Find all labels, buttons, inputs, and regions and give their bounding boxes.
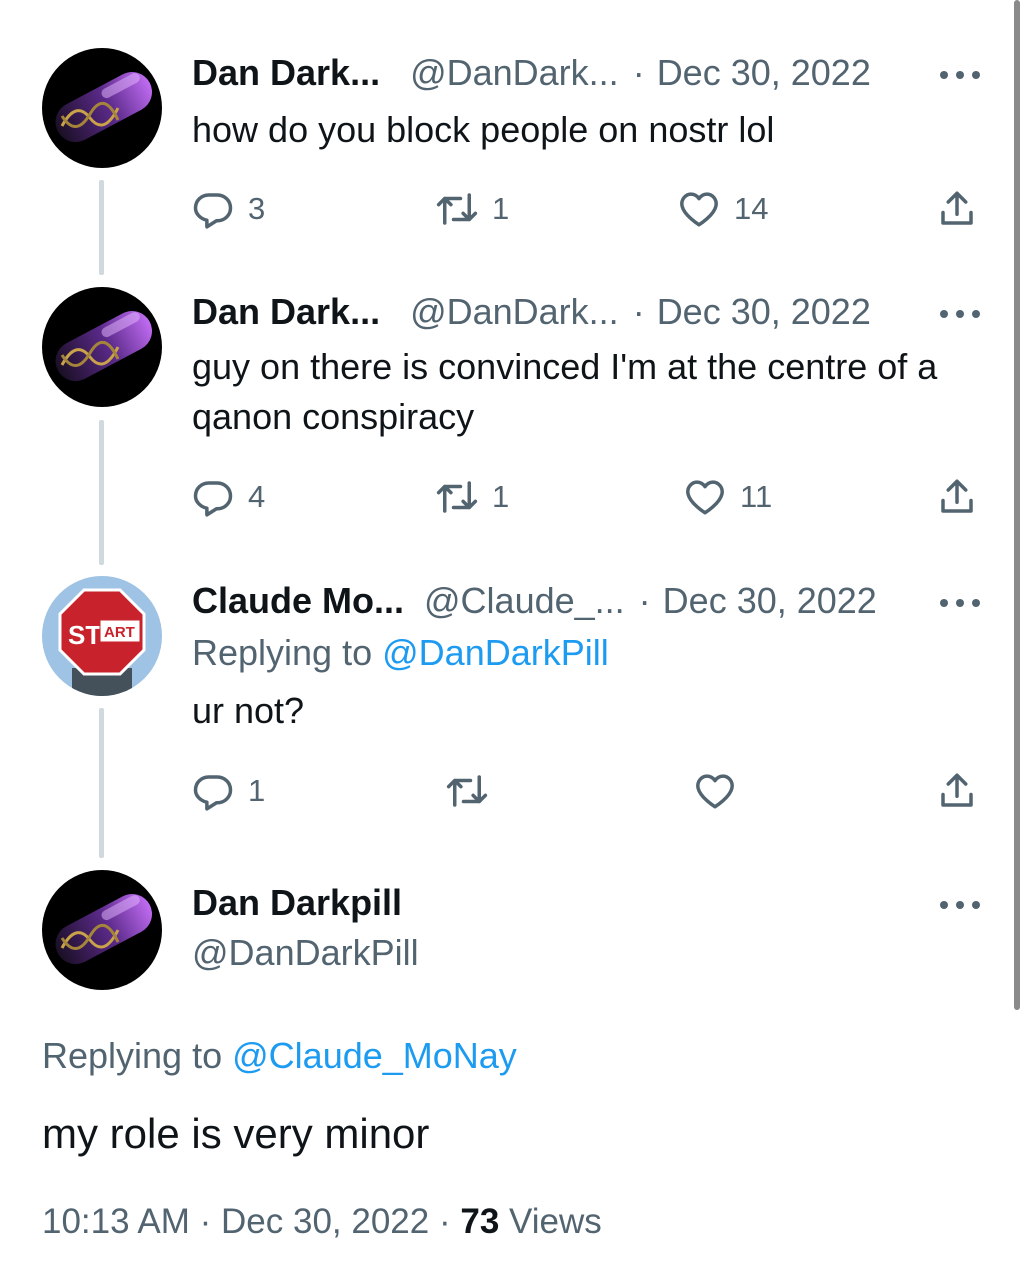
reply-count: 3 [248, 191, 266, 226]
tweet-actions: 3 1 14 [0, 184, 1022, 234]
more-icon[interactable] [940, 890, 980, 920]
retweet-button[interactable] [446, 766, 488, 816]
tweet-text: my role is very minor [42, 1110, 430, 1157]
views-count: 73 [460, 1202, 500, 1241]
like-count: 14 [734, 191, 769, 226]
retweet-icon [446, 775, 488, 807]
reply-count: 1 [248, 773, 266, 808]
stop-sign-art-avatar: ST ART [42, 576, 162, 696]
like-icon [686, 480, 724, 515]
display-name[interactable]: Dan Dark... [192, 52, 380, 94]
reply-button[interactable]: 3 [192, 184, 265, 234]
pill-capsule-dna-avatar [42, 287, 162, 407]
like-button[interactable] [694, 766, 736, 816]
tweet-text: ur not? [192, 686, 982, 736]
tweet-text-line: ur not? [192, 690, 305, 731]
tweet-time[interactable]: 10:13 AM [42, 1202, 190, 1241]
tweet-text: how do you block people on nostr lol [192, 105, 982, 155]
replying-to-label: Replying to [42, 1035, 223, 1076]
tweet-actions: 4 1 11 [0, 472, 1022, 522]
like-count: 11 [740, 479, 773, 514]
retweet-icon [436, 481, 478, 513]
share-icon [941, 479, 973, 513]
avatar[interactable] [42, 48, 162, 168]
views-label: Views [509, 1202, 602, 1241]
stop-sign-text: ST [68, 620, 101, 650]
tweet-meta: 10:13 AM · Dec 30, 2022 · 73 Views [42, 1202, 602, 1242]
tweet-header: Claude Mo... @Claude_... · Dec 30, 2022 [192, 576, 962, 626]
tweet-header: Dan Dark... @DanDark... · Dec 30, 2022 [192, 287, 962, 337]
separator: · [638, 580, 651, 621]
more-icon[interactable] [940, 60, 980, 90]
retweet-button[interactable]: 1 [436, 472, 509, 522]
replying-to: Replying to @DanDarkPill [192, 632, 609, 674]
user-handle[interactable]: @DanDark... [410, 291, 619, 333]
replying-to-handle[interactable]: @Claude_MoNay [232, 1035, 517, 1076]
like-button[interactable]: 14 [678, 184, 768, 234]
replying-to-label: Replying to [192, 632, 373, 673]
reply-icon [193, 193, 233, 229]
separator: · [632, 52, 645, 93]
like-icon [696, 774, 734, 809]
avatar[interactable] [42, 287, 162, 407]
reply-button[interactable]: 1 [192, 766, 265, 816]
more-icon[interactable] [940, 299, 980, 329]
share-icon [941, 773, 973, 807]
share-button[interactable] [936, 766, 978, 816]
retweet-icon [436, 193, 478, 225]
reply-icon [193, 775, 233, 811]
like-button[interactable]: 11 [684, 472, 772, 522]
display-name[interactable]: Dan Darkpill [192, 882, 402, 924]
art-sticker-text: ART [104, 624, 135, 641]
tweet-date[interactable]: Dec 30, 2022 [221, 1202, 429, 1241]
tweet-thread-page: Dan Dark... @DanDark... · Dec 30, 2022 h… [0, 0, 1022, 1280]
more-icon[interactable] [940, 588, 980, 618]
pill-capsule-dna-avatar [42, 870, 162, 990]
user-handle[interactable]: @DanDark... [410, 52, 619, 94]
like-icon [680, 192, 718, 227]
tweet-actions: 1 [0, 766, 1022, 816]
share-icon [941, 191, 973, 225]
tweet-text: guy on there is convinced I'm at the cen… [192, 342, 982, 442]
tweet-text-line: qanon conspiracy [192, 396, 475, 437]
tweet-date[interactable]: Dec 30, 2022 [657, 291, 871, 333]
avatar[interactable] [42, 870, 162, 990]
share-button[interactable] [936, 184, 978, 234]
retweet-button[interactable]: 1 [436, 184, 509, 234]
separator: · [632, 291, 645, 332]
tweet-text-line: guy on there is convinced I'm at the cen… [192, 346, 938, 387]
separator: · [199, 1202, 212, 1241]
reply-icon [193, 481, 233, 517]
display-name[interactable]: Claude Mo... [192, 580, 404, 622]
separator: · [438, 1202, 451, 1241]
retweet-count: 1 [492, 479, 510, 514]
user-handle[interactable]: @Claude_... [424, 580, 625, 622]
tweet-date[interactable]: Dec 30, 2022 [663, 580, 877, 622]
reply-count: 4 [248, 479, 266, 514]
retweet-count: 1 [492, 191, 510, 226]
tweet-text-line: how do you block people on nostr lol [192, 109, 775, 150]
user-handle[interactable]: @DanDarkPill [192, 932, 419, 974]
tweet-header: Dan Dark... @DanDark... · Dec 30, 2022 [192, 48, 962, 98]
pill-capsule-dna-avatar [42, 48, 162, 168]
replying-to: Replying to @Claude_MoNay [42, 1035, 517, 1077]
avatar[interactable]: ST ART [42, 576, 162, 696]
share-button[interactable] [936, 472, 978, 522]
display-name[interactable]: Dan Dark... [192, 291, 380, 333]
tweet-date[interactable]: Dec 30, 2022 [657, 52, 871, 94]
replying-to-handle[interactable]: @DanDarkPill [382, 632, 609, 673]
reply-button[interactable]: 4 [192, 472, 265, 522]
